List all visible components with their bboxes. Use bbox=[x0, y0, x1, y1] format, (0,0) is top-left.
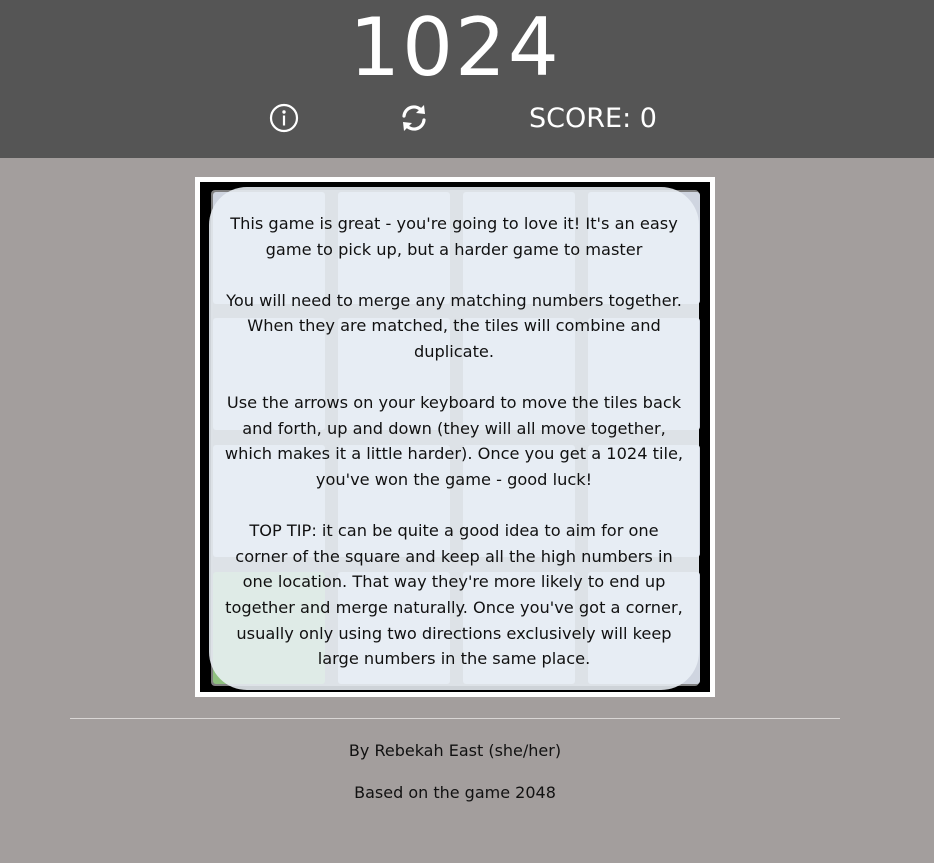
game-board[interactable]: This game is great - you're going to lov… bbox=[200, 182, 710, 692]
header-bar: 1024 SCORE: 0 bbox=[0, 0, 934, 158]
restart-button[interactable] bbox=[397, 101, 431, 135]
instructions-overlay[interactable]: This game is great - you're going to lov… bbox=[209, 187, 699, 690]
refresh-icon bbox=[402, 105, 426, 131]
instructions-merge: You will need to merge any matching numb… bbox=[226, 290, 682, 361]
info-circle-icon bbox=[269, 103, 299, 133]
instructions-intro: This game is great - you're going to lov… bbox=[230, 214, 678, 259]
author-credit: By Rebekah East (she/her) bbox=[348, 741, 562, 760]
instructions-controls: Use the arrows on your keyboard to move … bbox=[224, 393, 684, 489]
footer-divider bbox=[70, 718, 840, 719]
game-title: 1024 bbox=[349, 1, 561, 94]
game-board-frame: This game is great - you're going to lov… bbox=[195, 177, 715, 697]
score-display: SCORE: 0 bbox=[529, 103, 657, 134]
info-button[interactable] bbox=[269, 103, 299, 133]
instructions-top-tip: TOP TIP: it can be quite a good idea to … bbox=[225, 521, 683, 669]
based-on-credit: Based on the game 2048 bbox=[354, 783, 556, 802]
